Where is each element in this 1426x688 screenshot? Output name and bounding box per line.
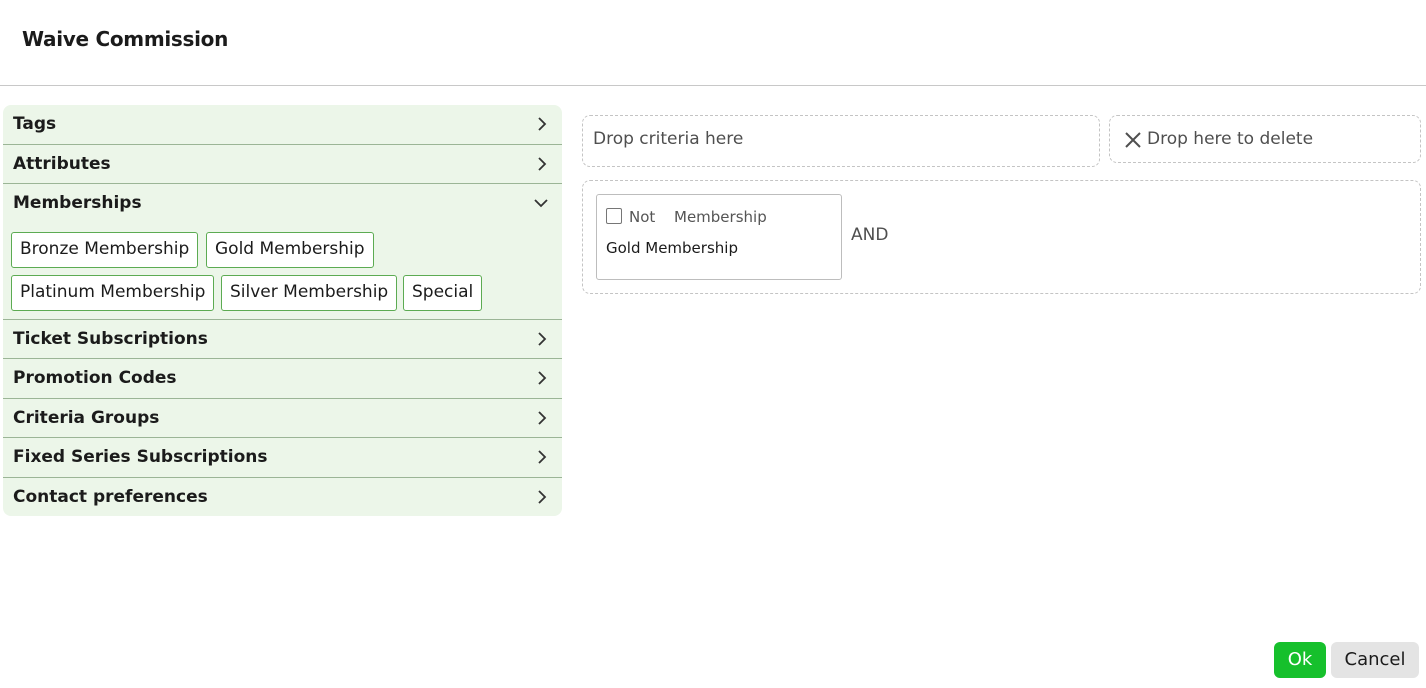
section-contact-preferences[interactable]: Contact preferences <box>3 478 562 516</box>
criteria-sidebar: Tags Attributes Memberships Bronze Membe… <box>3 105 562 516</box>
section-label: Criteria Groups <box>13 408 160 428</box>
section-label: Tags <box>13 114 57 134</box>
not-checkbox[interactable] <box>606 208 622 224</box>
chip-platinum-membership[interactable]: Platinum Membership <box>11 275 215 311</box>
section-label: Contact preferences <box>13 487 208 507</box>
criteria-expression-area[interactable]: Not Membership Gold Membership AND <box>582 180 1421 294</box>
drop-criteria-label: Drop criteria here <box>593 129 744 149</box>
chevron-right-icon <box>536 371 548 385</box>
section-promotion-codes[interactable]: Promotion Codes <box>3 359 562 399</box>
chevron-right-icon <box>536 332 548 346</box>
section-label: Memberships <box>13 193 142 213</box>
close-icon <box>1124 131 1142 149</box>
section-ticket-subscriptions[interactable]: Ticket Subscriptions <box>3 320 562 359</box>
criteria-value-label: Gold Membership <box>606 239 738 257</box>
section-fixed-series-subscriptions[interactable]: Fixed Series Subscriptions <box>3 438 562 478</box>
section-criteria-groups[interactable]: Criteria Groups <box>3 399 562 438</box>
cancel-button[interactable]: Cancel <box>1331 642 1419 678</box>
dialog-title: Waive Commission <box>22 27 229 51</box>
chip-gold-membership[interactable]: Gold Membership <box>206 232 374 268</box>
section-label: Promotion Codes <box>13 368 177 388</box>
section-tags[interactable]: Tags <box>3 105 562 145</box>
chip-silver-membership[interactable]: Silver Membership <box>221 275 398 311</box>
chevron-right-icon <box>536 450 548 464</box>
dialog-header: Waive Commission <box>0 0 1426 86</box>
drop-delete-zone[interactable]: Drop here to delete <box>1109 115 1421 163</box>
operator-label: AND <box>851 225 889 245</box>
chevron-right-icon <box>536 490 548 504</box>
section-label: Ticket Subscriptions <box>13 329 208 349</box>
criteria-type-label: Membership <box>674 208 767 226</box>
section-memberships[interactable]: Memberships Bronze Membership Gold Membe… <box>3 184 562 320</box>
section-label: Fixed Series Subscriptions <box>13 447 268 467</box>
chevron-right-icon <box>536 411 548 425</box>
section-attributes[interactable]: Attributes <box>3 145 562 184</box>
chevron-right-icon <box>536 157 548 171</box>
drop-criteria-zone[interactable]: Drop criteria here <box>582 115 1100 167</box>
ok-button[interactable]: Ok <box>1274 642 1326 678</box>
section-label: Attributes <box>13 154 111 174</box>
criteria-card[interactable]: Not Membership Gold Membership <box>596 194 842 280</box>
chevron-right-icon <box>536 117 548 131</box>
chip-special[interactable]: Special <box>403 275 483 311</box>
not-label: Not <box>629 208 656 226</box>
chevron-down-icon <box>534 198 548 212</box>
chip-bronze-membership[interactable]: Bronze Membership <box>11 232 199 268</box>
drop-delete-label: Drop here to delete <box>1147 129 1314 149</box>
